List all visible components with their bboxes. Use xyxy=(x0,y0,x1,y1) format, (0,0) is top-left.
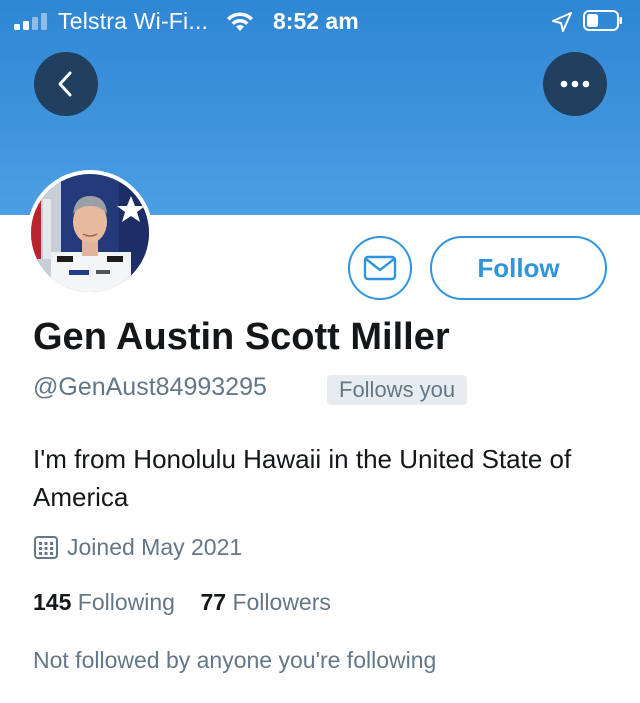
chevron-left-icon xyxy=(58,71,72,97)
following-link[interactable]: 145 Following xyxy=(33,589,175,615)
joined-date: Joined May 2021 xyxy=(67,533,243,560)
followers-count: 77 xyxy=(200,589,227,615)
user-handle: @GenAust84993295 xyxy=(33,373,267,401)
more-horizontal-icon xyxy=(560,80,590,88)
carrier-name: Telstra Wi-Fi... xyxy=(58,8,209,34)
follow-button[interactable]: Follow xyxy=(430,236,607,300)
joined-date-row: Joined May 2021 xyxy=(33,531,242,563)
follows-you-badge: Follows you xyxy=(327,375,468,405)
cellular-signal-icon xyxy=(14,12,50,30)
message-button[interactable] xyxy=(348,236,412,300)
profile-bio: I'm from Honolulu Hawaii in the United S… xyxy=(33,444,572,512)
calendar-icon xyxy=(34,536,58,559)
followers-link[interactable]: 77 Followers xyxy=(200,589,330,615)
follow-stats: 145 Following 77 Followers xyxy=(33,589,331,616)
mutual-followers-note: Not followed by anyone you're following xyxy=(33,647,437,673)
following-label: Following xyxy=(77,589,175,615)
avatar-photo xyxy=(31,174,149,292)
envelope-icon xyxy=(363,255,397,281)
more-options-button[interactable] xyxy=(543,52,607,116)
following-count: 145 xyxy=(33,589,72,615)
battery-icon xyxy=(583,10,622,31)
profile-avatar[interactable] xyxy=(27,170,153,296)
status-bar: Telstra Wi-Fi... 8:52 am xyxy=(0,0,640,42)
location-arrow-icon xyxy=(552,12,572,32)
display-name: Gen Austin Scott Miller xyxy=(33,316,450,358)
followers-label: Followers xyxy=(232,589,331,615)
back-button[interactable] xyxy=(34,52,98,116)
wifi-icon xyxy=(227,12,253,31)
status-time: 8:52 am xyxy=(273,8,359,34)
